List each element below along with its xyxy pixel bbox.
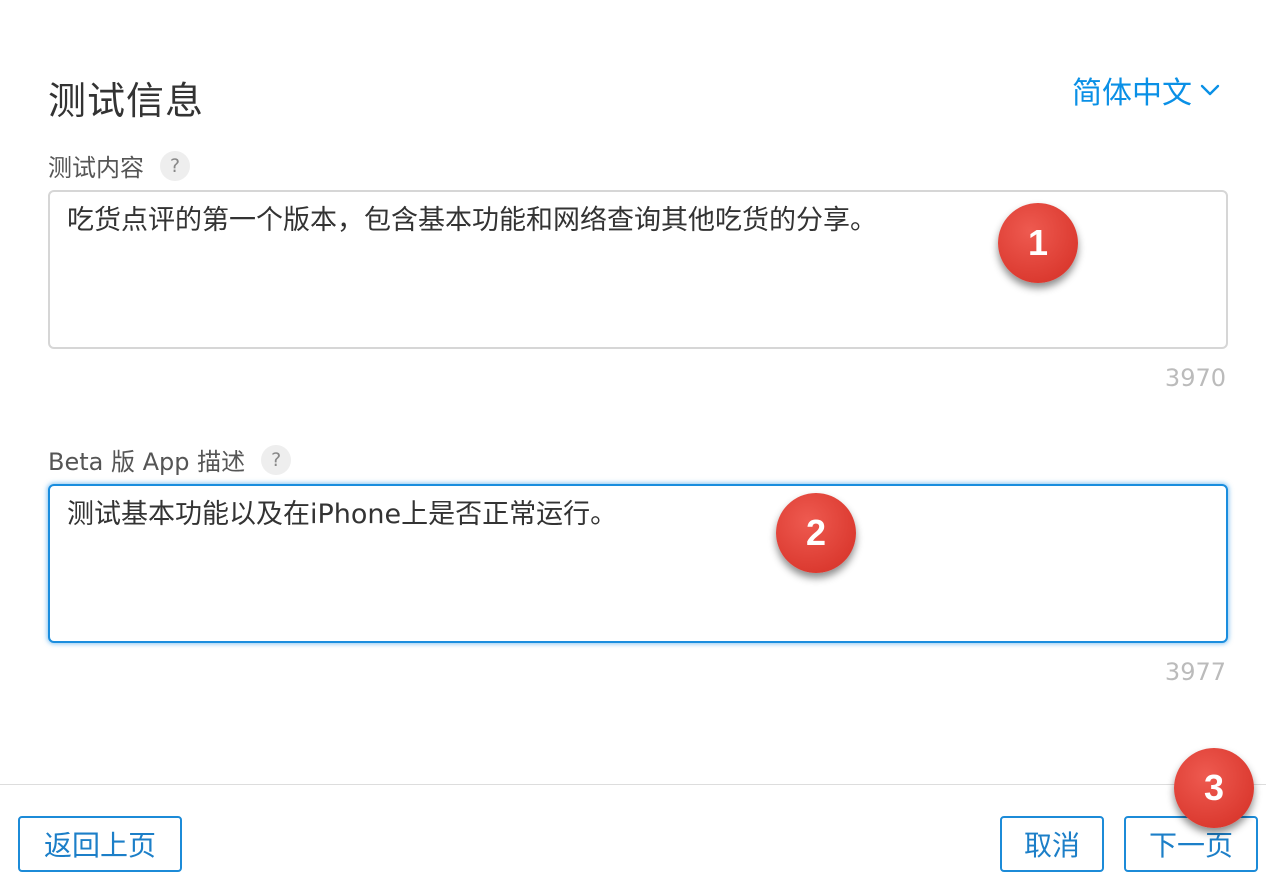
help-icon[interactable]: ?: [261, 444, 292, 475]
test-info-dialog: 测试信息 简体中文 测试内容 ? 吃货点评的第一个版本，包含基本功能和网络查询其…: [0, 0, 1266, 888]
language-selector[interactable]: 简体中文: [1072, 68, 1220, 112]
callout-badge-2: 2: [776, 493, 856, 573]
page-title: 测试信息: [48, 79, 205, 123]
test-content-label-row: 测试内容 ?: [48, 148, 190, 183]
beta-description-label: Beta 版 App 描述: [48, 448, 246, 476]
chevron-down-icon: [1200, 84, 1220, 96]
back-button[interactable]: 返回上页: [18, 816, 182, 872]
beta-description-label-row: Beta 版 App 描述 ?: [48, 442, 292, 477]
beta-description-textarea[interactable]: 测试基本功能以及在iPhone上是否正常运行。: [48, 484, 1228, 643]
help-icon[interactable]: ?: [160, 150, 190, 181]
callout-badge-3: 3: [1174, 748, 1254, 828]
beta-description-char-counter: 3977: [1164, 658, 1226, 686]
language-label: 简体中文: [1072, 76, 1192, 111]
next-page-button[interactable]: 下一页: [1124, 816, 1258, 872]
footer-divider: [0, 784, 1266, 785]
test-content-char-counter: 3970: [1164, 364, 1226, 392]
callout-badge-1: 1: [998, 203, 1078, 283]
cancel-button[interactable]: 取消: [1000, 816, 1104, 872]
test-content-label: 测试内容: [48, 154, 144, 182]
